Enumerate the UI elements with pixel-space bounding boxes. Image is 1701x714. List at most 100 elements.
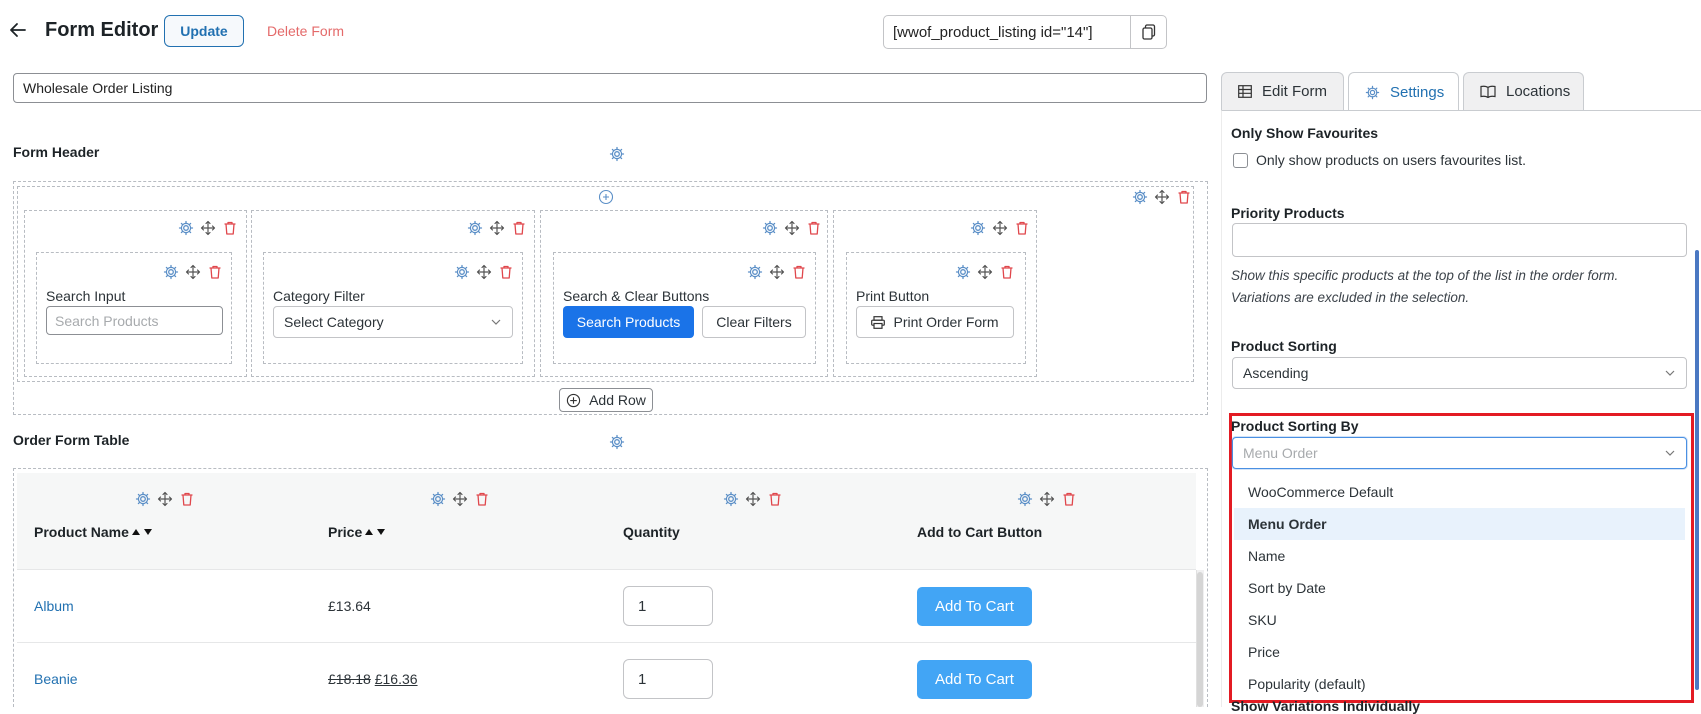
gear-icon[interactable] (723, 491, 739, 507)
add-to-cart-button[interactable]: Add To Cart (917, 660, 1032, 699)
trash-icon[interactable] (999, 264, 1015, 280)
row-actions (1132, 189, 1192, 205)
move-icon[interactable] (185, 264, 201, 280)
tab-label: Settings (1390, 83, 1445, 101)
move-icon[interactable] (784, 220, 800, 236)
move-icon[interactable] (769, 264, 785, 280)
dropdown-option[interactable]: SKU (1234, 604, 1685, 636)
dropdown-option[interactable]: Sort by Date (1234, 572, 1685, 604)
gear-icon[interactable] (430, 491, 446, 507)
add-row-label: Add Row (589, 392, 646, 408)
column-header-quantity: Quantity (623, 524, 680, 540)
gear-icon[interactable] (970, 220, 986, 236)
move-icon[interactable] (745, 491, 761, 507)
tab-label: Locations (1506, 83, 1571, 100)
product-sorting-by-placeholder: Menu Order (1243, 445, 1318, 461)
panel-scrollbar[interactable] (1695, 250, 1699, 690)
column-header-price[interactable]: Price (328, 524, 386, 540)
trash-icon[interactable] (511, 220, 527, 236)
update-button[interactable]: Update (164, 15, 244, 47)
trash-icon[interactable] (474, 491, 490, 507)
tab-label: Edit Form (1262, 83, 1328, 100)
gear-icon[interactable] (178, 220, 194, 236)
sort-icon[interactable] (364, 527, 386, 537)
product-sorting-select[interactable]: Ascending (1232, 357, 1687, 389)
trash-icon[interactable] (1014, 220, 1030, 236)
priority-products-input[interactable] (1232, 223, 1687, 257)
delete-form-link[interactable]: Delete Form (267, 23, 344, 39)
trash-icon[interactable] (1061, 491, 1077, 507)
column-actions (430, 491, 490, 507)
gear-icon[interactable] (1017, 491, 1033, 507)
row-divider (17, 569, 1196, 570)
move-icon[interactable] (157, 491, 173, 507)
element-actions (747, 264, 807, 280)
chevron-down-icon (1664, 367, 1676, 379)
gear-icon[interactable] (609, 434, 625, 450)
category-select[interactable]: Select Category (273, 306, 513, 338)
gear-icon[interactable] (1132, 189, 1148, 205)
gear-icon[interactable] (609, 146, 625, 162)
chevron-down-icon (1664, 447, 1676, 459)
shortcode-field[interactable]: [wwof_product_listing id="14"] (883, 15, 1167, 49)
column-header-product-name[interactable]: Product Name (34, 524, 153, 540)
print-order-form-button[interactable]: Print Order Form (856, 306, 1014, 338)
search-products-button[interactable]: Search Products (563, 306, 694, 338)
trash-icon[interactable] (806, 220, 822, 236)
shortcode-text[interactable]: [wwof_product_listing id="14"] (884, 16, 1130, 48)
add-column-icon[interactable] (598, 189, 614, 205)
gear-icon[interactable] (467, 220, 483, 236)
element-actions (454, 264, 514, 280)
move-icon[interactable] (476, 264, 492, 280)
gear-icon[interactable] (135, 491, 151, 507)
product-price-group: £18.18 £16.36 (328, 671, 418, 687)
search-products-input[interactable]: Search Products (46, 306, 223, 335)
move-icon[interactable] (452, 491, 468, 507)
gear-icon[interactable] (163, 264, 179, 280)
move-icon[interactable] (1154, 189, 1170, 205)
favourites-checkbox[interactable] (1233, 153, 1248, 168)
quantity-input[interactable]: 1 (623, 586, 713, 626)
trash-icon[interactable] (1176, 189, 1192, 205)
tab-locations[interactable]: Locations (1463, 72, 1584, 110)
gear-icon[interactable] (955, 264, 971, 280)
clear-filters-button[interactable]: Clear Filters (702, 306, 806, 338)
product-link[interactable]: Beanie (34, 671, 78, 687)
dropdown-option[interactable]: Price (1234, 636, 1685, 668)
add-row-button[interactable]: Add Row (559, 388, 653, 412)
sale-price: £16.36 (374, 671, 418, 687)
add-to-cart-button[interactable]: Add To Cart (917, 587, 1032, 626)
move-icon[interactable] (200, 220, 216, 236)
move-icon[interactable] (1039, 491, 1055, 507)
move-icon[interactable] (992, 220, 1008, 236)
dropdown-option[interactable]: Popularity (default) (1234, 668, 1685, 700)
tab-settings[interactable]: Settings (1348, 72, 1459, 111)
trash-icon[interactable] (179, 491, 195, 507)
product-link[interactable]: Album (34, 598, 74, 614)
form-name-input[interactable]: Wholesale Order Listing (13, 73, 1207, 103)
favourites-title: Only Show Favourites (1231, 125, 1379, 141)
dropdown-option[interactable]: Name (1234, 540, 1685, 572)
table-scrollbar-thumb[interactable] (1197, 572, 1203, 707)
dropdown-option[interactable]: WooCommerce Default (1234, 476, 1685, 508)
quantity-input[interactable]: 1 (623, 659, 713, 699)
trash-icon[interactable] (207, 264, 223, 280)
product-sorting-by-select[interactable]: Menu Order (1232, 437, 1687, 469)
gear-icon[interactable] (747, 264, 763, 280)
tab-edit-form[interactable]: Edit Form (1221, 72, 1344, 110)
form-header-title: Form Header (13, 144, 100, 160)
trash-icon[interactable] (222, 220, 238, 236)
element-actions (955, 264, 1015, 280)
back-arrow-icon[interactable] (8, 20, 28, 40)
gear-icon[interactable] (454, 264, 470, 280)
printer-icon (871, 315, 886, 329)
trash-icon[interactable] (498, 264, 514, 280)
trash-icon[interactable] (767, 491, 783, 507)
gear-icon[interactable] (762, 220, 778, 236)
dropdown-option-selected[interactable]: Menu Order (1234, 508, 1685, 540)
move-icon[interactable] (977, 264, 993, 280)
trash-icon[interactable] (791, 264, 807, 280)
copy-icon[interactable] (1130, 16, 1166, 48)
move-icon[interactable] (489, 220, 505, 236)
sort-icon[interactable] (131, 527, 153, 537)
